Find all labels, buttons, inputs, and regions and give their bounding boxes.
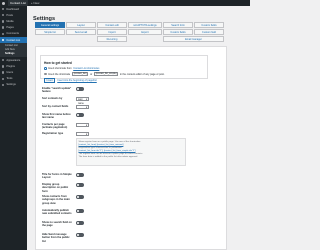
settings-panel: How to get started Insert shortcode from… bbox=[35, 46, 227, 250]
sidebar-item-label: Users bbox=[6, 71, 14, 75]
sidebar-item-label: Tools bbox=[6, 77, 13, 81]
setting-field bbox=[76, 209, 84, 213]
hide-send-message-toggle[interactable] bbox=[76, 233, 84, 237]
tab-recaptcha-settings[interactable]: reCAPTCHA settings bbox=[128, 22, 162, 28]
insert-button[interactable]: Insert bbox=[44, 78, 56, 83]
setting-label: Show no search field on the page bbox=[42, 221, 72, 228]
tab-custom-fields-2[interactable]: Custom fields bbox=[163, 29, 193, 35]
tab-import[interactable]: Import bbox=[97, 29, 127, 35]
admin-bar: Contact List + New bbox=[0, 0, 250, 6]
sidebar-item-label: Posts bbox=[6, 13, 13, 17]
admin-sidebar: Dashboard Posts Media Pages Comments Con… bbox=[0, 6, 27, 250]
sidebar-item-settings[interactable]: Settings bbox=[0, 82, 27, 88]
how-to-box: How to get started Insert shortcode from… bbox=[40, 55, 208, 83]
tab-recurring[interactable]: Recurring bbox=[97, 36, 127, 42]
setting-field bbox=[76, 183, 84, 187]
first-name-toggle[interactable] bbox=[76, 113, 84, 117]
shortcodes-link[interactable]: Contact List shortcodes bbox=[73, 67, 99, 70]
dashboard-icon bbox=[2, 7, 5, 11]
tab-general-settings[interactable]: General settings bbox=[35, 22, 65, 28]
option-2-or: or bbox=[89, 72, 93, 76]
group-description-toggle[interactable] bbox=[76, 183, 84, 187]
option-2-post: in the content editor of any page or pos… bbox=[119, 72, 165, 76]
settings-tabs: General settings Layout Contact edit reC… bbox=[35, 22, 249, 45]
setting-label: Display group description on public form bbox=[42, 183, 69, 193]
tab-contact-edit[interactable]: Contact edit bbox=[97, 22, 127, 28]
sort-contacts-select[interactable]: Last name bbox=[76, 97, 89, 105]
no-search-toggle[interactable] bbox=[76, 221, 84, 225]
tools-icon bbox=[2, 77, 5, 80]
sidebar-item-label: Pages bbox=[6, 26, 14, 30]
posts-icon bbox=[2, 14, 5, 17]
setting-field bbox=[76, 87, 84, 91]
plugins-icon bbox=[2, 65, 5, 68]
submenu-item-settings[interactable]: Settings bbox=[5, 52, 27, 56]
simple-layout-title-toggle[interactable] bbox=[76, 173, 84, 177]
tab-email-manager[interactable]: Email manager bbox=[163, 36, 224, 42]
setting-field bbox=[76, 221, 84, 225]
help-line: The form data is added to the public lis… bbox=[78, 155, 138, 158]
tab-search-form[interactable]: Search form bbox=[163, 22, 193, 28]
setting-label: Registration type bbox=[42, 132, 64, 135]
tab-export[interactable]: Export bbox=[128, 29, 162, 35]
setting-field bbox=[76, 132, 89, 137]
sidebar-item-label: Contact List bbox=[6, 38, 21, 42]
pages-icon bbox=[2, 26, 5, 29]
registration-help-box: Show register form on a public page. Use… bbox=[76, 138, 186, 166]
sidebar-item-label: Plugins bbox=[6, 64, 15, 68]
setting-label: Show contacts from subgroups in the main… bbox=[42, 195, 70, 205]
registration-type-select[interactable] bbox=[76, 132, 89, 137]
tab-simple-list[interactable]: Simple list bbox=[35, 29, 65, 35]
sidebar-item-label: Comments bbox=[6, 32, 19, 36]
setting-label: Title for forms in Simple Layout bbox=[42, 173, 72, 180]
shortcode-contact-list-simple[interactable]: [contact_list_simple] bbox=[93, 72, 119, 76]
per-page-select[interactable] bbox=[76, 123, 89, 128]
setting-field bbox=[76, 105, 89, 110]
adminbar-new[interactable]: + New bbox=[31, 0, 40, 6]
setting-field bbox=[76, 195, 84, 199]
settings-icon bbox=[2, 83, 5, 87]
setting-field: Last name bbox=[76, 97, 89, 105]
option-1-text: Insert shortcode from bbox=[48, 67, 72, 70]
search-update-toggle[interactable] bbox=[76, 87, 84, 91]
setting-field bbox=[76, 233, 84, 237]
setting-label: Hide Send message button from the public… bbox=[42, 233, 70, 243]
setting-label: Enable "search update" feature bbox=[42, 87, 72, 94]
radio-option-1[interactable] bbox=[44, 67, 47, 70]
users-icon bbox=[2, 71, 5, 74]
setting-field bbox=[76, 173, 84, 177]
setting-label: Automatically publish new submitted cont… bbox=[42, 209, 72, 216]
tab-send-email[interactable]: Send email bbox=[66, 29, 96, 35]
insert-row: Insert Insert into the beginning of page… bbox=[44, 78, 204, 83]
insert-description[interactable]: Insert into the beginning of page/list bbox=[57, 79, 96, 82]
sidebar-item-label: Dashboard bbox=[6, 7, 20, 11]
setting-label: Sort by contact fields bbox=[42, 105, 69, 108]
setting-label: Contacts per page (activate pagination) bbox=[42, 123, 68, 130]
sidebar-submenu: Contact List Add New Settings bbox=[0, 43, 27, 58]
comments-icon bbox=[2, 32, 5, 36]
tab-custom-fields[interactable]: Custom fields bbox=[194, 22, 224, 28]
setting-field bbox=[76, 123, 89, 128]
tab-layout[interactable]: Layout bbox=[66, 22, 96, 28]
sidebar-item-label: Settings bbox=[6, 83, 16, 87]
wordpress-logo-icon[interactable] bbox=[2, 1, 5, 5]
media-icon bbox=[2, 20, 5, 23]
how-to-option-2[interactable]: Insert the shortcode [contact_list] or [… bbox=[44, 72, 204, 76]
radio-option-2[interactable] bbox=[44, 72, 47, 76]
contact-list-icon bbox=[2, 38, 5, 42]
auto-publish-toggle[interactable] bbox=[76, 209, 84, 213]
how-to-option-1[interactable]: Insert shortcode from Contact List short… bbox=[44, 67, 204, 70]
tab-custom-field[interactable]: Custom field bbox=[194, 29, 224, 35]
sort-fields-select[interactable] bbox=[76, 105, 89, 110]
appearance-icon bbox=[2, 59, 5, 62]
setting-field bbox=[76, 113, 84, 117]
setting-label: Sort contacts by bbox=[42, 97, 63, 100]
option-2-text: Insert the shortcode bbox=[48, 72, 71, 76]
setting-label: Show first name before last name bbox=[42, 113, 71, 120]
sidebar-item-label: Appearance bbox=[6, 58, 21, 62]
subgroups-toggle[interactable] bbox=[76, 195, 84, 199]
sidebar-item-label: Media bbox=[6, 19, 14, 23]
how-to-title: How to get started bbox=[44, 61, 72, 65]
shortcode-contact-list[interactable]: [contact_list] bbox=[71, 72, 89, 76]
